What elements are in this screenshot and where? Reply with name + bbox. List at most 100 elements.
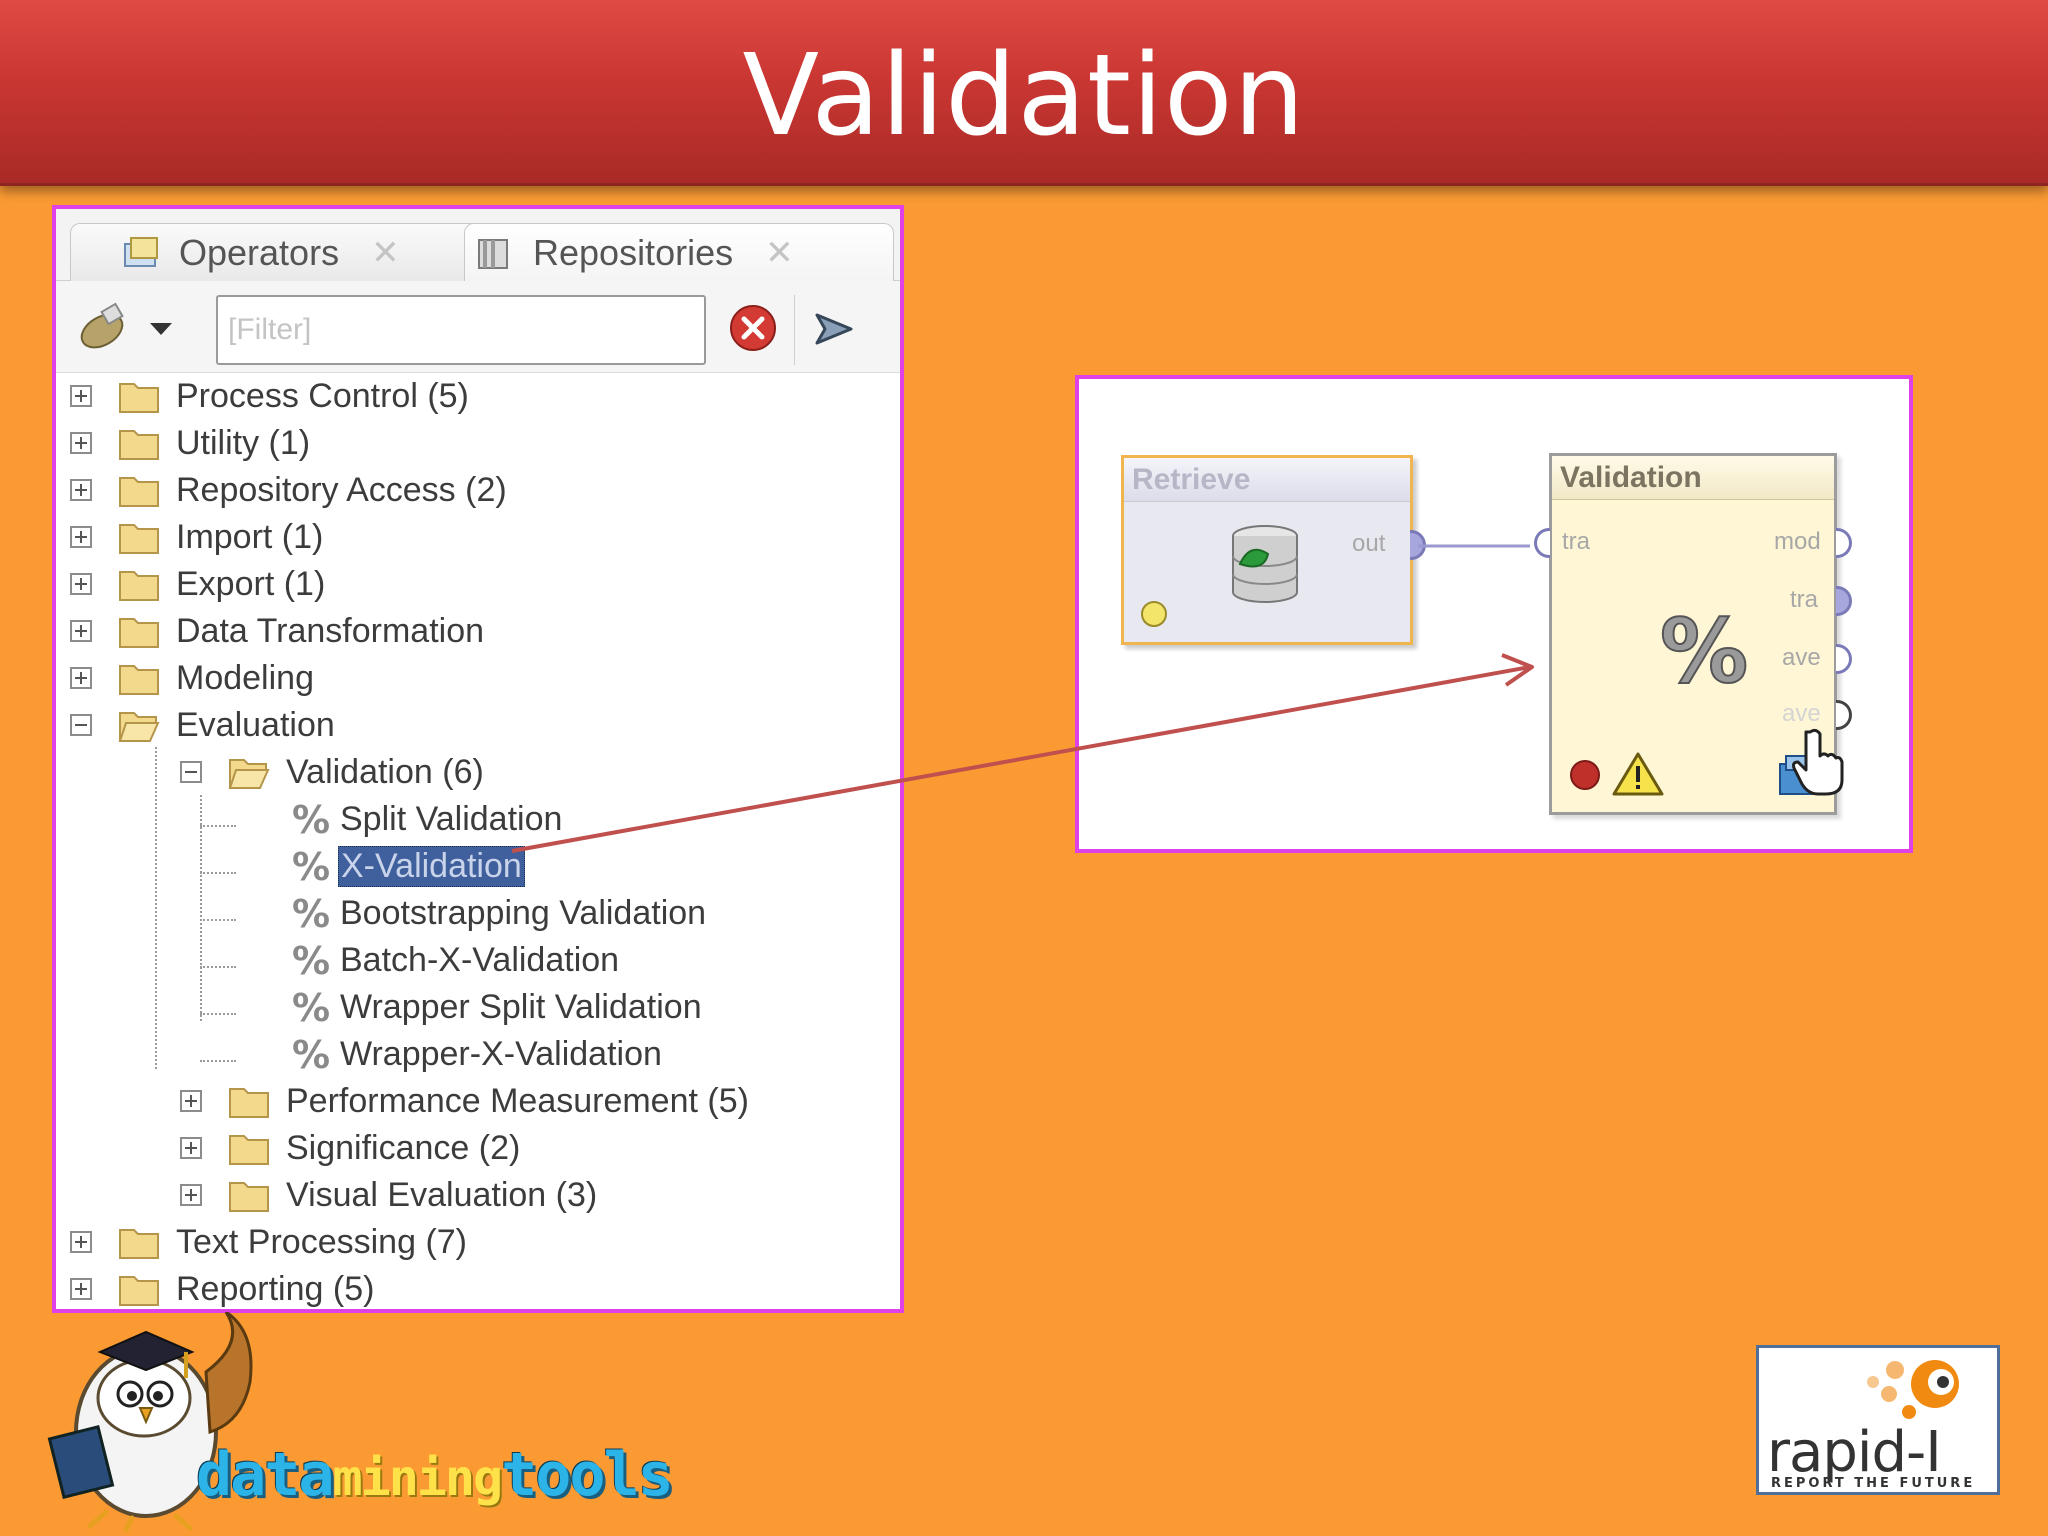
percent-icon: % — [292, 845, 330, 888]
rapid-i-logo: rapid-I REPORT THE FUTURE — [1756, 1345, 2000, 1495]
expand-icon[interactable] — [70, 573, 92, 595]
validation-out-port-ave[interactable] — [1836, 644, 1852, 674]
wordmark-mining: mining — [332, 1449, 504, 1507]
tree-item-label: Text Processing (7) — [176, 1222, 467, 1261]
expand-icon[interactable] — [70, 385, 92, 407]
folder-icon — [119, 524, 159, 554]
collapse-icon[interactable] — [70, 714, 92, 736]
validation-in-label: tra — [1562, 528, 1591, 555]
expand-icon[interactable] — [180, 1184, 202, 1206]
tree-item-label: Evaluation — [176, 705, 335, 744]
filter-input[interactable] — [216, 295, 706, 365]
tree-item-performance-measurement[interactable]: Performance Measurement (5) — [228, 1078, 751, 1124]
tree-item-label: Performance Measurement (5) — [286, 1081, 749, 1120]
tree-item-split-validation[interactable]: % Split Validation — [288, 796, 564, 842]
folder-icon — [229, 1135, 269, 1165]
expand-icon[interactable] — [70, 479, 92, 501]
retrieve-out-label: out — [1352, 530, 1386, 557]
expand-icon[interactable] — [70, 432, 92, 454]
tree-item-label-selected: X-Validation — [338, 845, 525, 887]
tree-item-bootstrapping-validation[interactable]: % Bootstrapping Validation — [288, 890, 708, 936]
tree-item-label: Batch-X-Validation — [340, 940, 620, 979]
close-icon[interactable]: ✕ — [765, 233, 794, 273]
tree-guide — [200, 1013, 236, 1015]
tree-item-visual-evaluation[interactable]: Visual Evaluation (3) — [228, 1172, 599, 1218]
percent-icon: % — [292, 986, 330, 1029]
expand-icon[interactable] — [180, 1090, 202, 1112]
folder-icon — [119, 430, 159, 460]
folder-icon — [229, 1088, 269, 1118]
folder-icon — [119, 383, 159, 413]
validation-out-port-tra[interactable] — [1836, 586, 1852, 616]
folder-icon — [119, 618, 159, 648]
tree-item-utility[interactable]: Utility (1) — [118, 420, 312, 466]
svg-text:%: % — [292, 939, 330, 982]
percent-icon: % — [292, 1033, 330, 1076]
tree-item-data-transformation[interactable]: Data Transformation — [118, 608, 486, 654]
tab-operators-label: Operators — [179, 231, 340, 273]
validation-out-label-ave: ave — [1782, 644, 1821, 671]
tab-repositories-label: Repositories — [533, 231, 734, 273]
expand-icon[interactable] — [180, 1137, 202, 1159]
tab-operators[interactable]: Operators ✕ — [70, 223, 510, 281]
validation-operator[interactable]: Validation tra mod tra ave ave % — [1534, 453, 1852, 815]
plug-icon[interactable] — [74, 301, 130, 353]
expand-icon[interactable] — [70, 526, 92, 548]
datamining-tools-wordmark: dataminingtools — [196, 1440, 674, 1510]
svg-text:%: % — [292, 1033, 330, 1076]
tree-item-label: Utility (1) — [176, 423, 311, 462]
clear-filter-icon[interactable] — [728, 303, 778, 353]
tree-item-label: Bootstrapping Validation — [340, 893, 707, 932]
validation-out-label-tra: tra — [1790, 586, 1819, 613]
repository-tab-icon — [478, 238, 508, 269]
expand-icon[interactable] — [70, 1231, 92, 1253]
tree-item-export[interactable]: Export (1) — [118, 561, 327, 607]
svg-text:%: % — [292, 798, 330, 841]
warning-icon — [1612, 752, 1664, 796]
validation-out-port-mod[interactable] — [1836, 528, 1852, 558]
tree-item-label: Reporting (5) — [176, 1269, 375, 1308]
tree-guide — [155, 747, 157, 1069]
tree-item-x-validation[interactable]: % X-Validation — [288, 843, 525, 889]
validation-out-label-mod: mod — [1774, 528, 1821, 555]
expand-icon[interactable] — [70, 667, 92, 689]
panel-tabs: Operators ✕ Repositories ✕ — [56, 209, 900, 281]
tree-item-process-control[interactable]: Process Control (5) — [118, 373, 471, 419]
filter-options-button[interactable] — [794, 295, 872, 365]
wordmark-data: data — [196, 1440, 334, 1510]
tree-item-wrapper-x-validation[interactable]: % Wrapper-X-Validation — [288, 1031, 664, 1077]
tree-guide — [200, 795, 202, 1021]
percent-icon: % — [292, 939, 330, 982]
tree-item-modeling[interactable]: Modeling — [118, 655, 316, 701]
tree-item-label: Wrapper-X-Validation — [340, 1034, 662, 1073]
tree-item-label: Visual Evaluation (3) — [286, 1175, 598, 1214]
tree-item-batch-x-validation[interactable]: % Batch-X-Validation — [288, 937, 621, 983]
tree-item-label: Validation (6) — [286, 752, 484, 791]
retrieve-operator[interactable]: Retrieve out — [1121, 455, 1426, 645]
tree-item-significance[interactable]: Significance (2) — [228, 1125, 522, 1171]
chevron-down-icon[interactable] — [150, 323, 172, 335]
tree-guide — [200, 919, 236, 921]
validation-out-label-ave-2: ave — [1782, 700, 1821, 727]
tab-repositories[interactable]: Repositories ✕ — [464, 223, 894, 281]
tree-item-text-processing[interactable]: Text Processing (7) — [118, 1219, 469, 1265]
expand-icon[interactable] — [70, 1278, 92, 1300]
validation-in-port[interactable] — [1534, 528, 1550, 558]
rapid-i-tagline: REPORT THE FUTURE — [1771, 1476, 1976, 1491]
open-folder-icon — [228, 759, 270, 789]
tree-item-repository-access[interactable]: Repository Access (2) — [118, 467, 509, 513]
close-icon[interactable]: ✕ — [371, 233, 400, 273]
percent-icon: % — [1659, 602, 1748, 698]
tree-item-evaluation[interactable]: Evaluation — [118, 702, 337, 748]
tree-item-label: Repository Access (2) — [176, 470, 507, 509]
tree-item-reporting[interactable]: Reporting (5) — [118, 1266, 376, 1309]
retrieve-out-port[interactable] — [1410, 530, 1426, 560]
percent-icon: % — [292, 892, 330, 935]
hand-cursor-icon — [1792, 728, 1844, 796]
tree-item-validation-group[interactable]: Validation (6) — [228, 749, 486, 795]
tree-item-label: Split Validation — [340, 799, 563, 838]
expand-icon[interactable] — [70, 620, 92, 642]
collapse-icon[interactable] — [180, 761, 202, 783]
tree-item-import[interactable]: Import (1) — [118, 514, 325, 560]
tree-item-wrapper-split-validation[interactable]: % Wrapper Split Validation — [288, 984, 704, 1030]
